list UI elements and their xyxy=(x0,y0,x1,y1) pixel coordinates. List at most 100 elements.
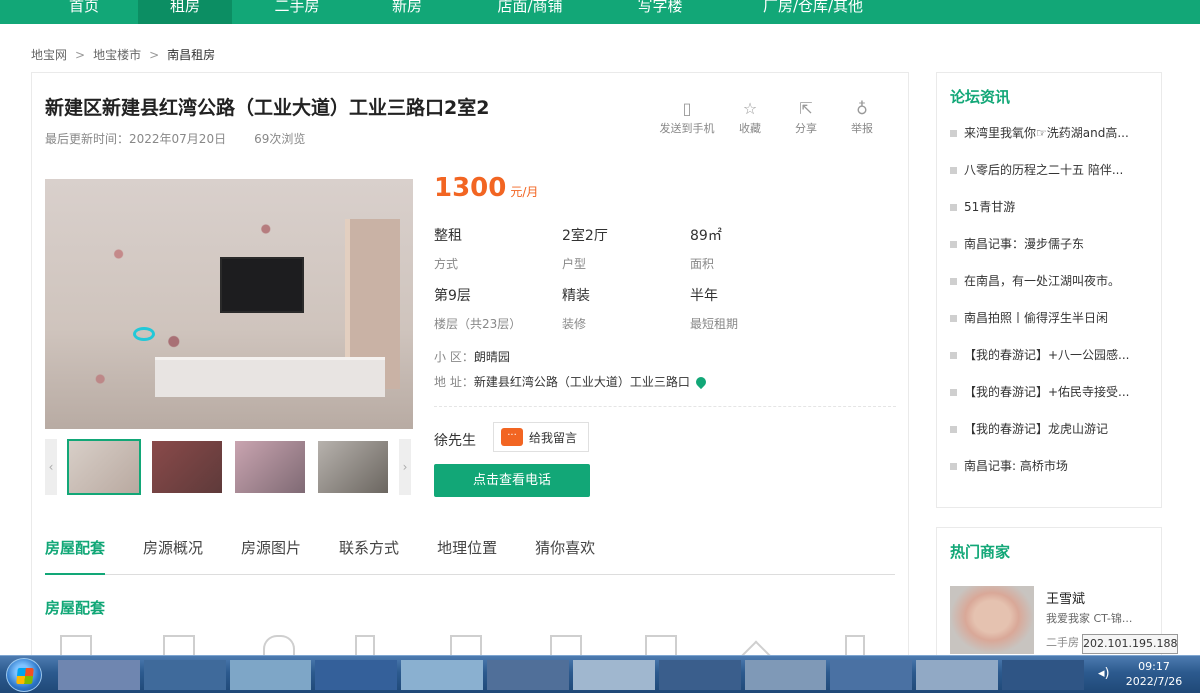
community-line: 小 区：朗晴园 xyxy=(434,348,510,365)
address-line: 地 址：新建县红湾公路（工业大道）工业三路口 xyxy=(434,373,708,390)
leave-message-button[interactable]: ··· 给我留言 xyxy=(493,422,589,452)
nav-item-secondhand[interactable]: 二手房 xyxy=(250,0,344,24)
ip-tooltip: 202.101.195.188 xyxy=(1082,634,1178,654)
tab-amenities[interactable]: 房屋配套 xyxy=(45,537,106,575)
bullet-icon xyxy=(950,352,957,359)
star-icon: ☆ xyxy=(742,99,758,118)
nav-item-office[interactable]: 写字楼 xyxy=(610,0,710,24)
forum-title: 论坛资讯 xyxy=(950,88,1011,106)
thumbnail-1[interactable] xyxy=(67,439,141,495)
spec-value: 2室2厅 xyxy=(562,228,608,244)
forum-item[interactable]: 八零后的历程之二十五 陪伴... xyxy=(950,152,1148,189)
forum-item[interactable]: 南昌记事: 高桥市场 xyxy=(950,448,1148,485)
address-value: 新建县红湾公路（工业大道）工业三路口 xyxy=(473,375,690,389)
system-clock[interactable]: 09:17 2022/7/26 xyxy=(1120,659,1188,689)
main-photo[interactable] xyxy=(45,179,413,429)
taskbar-apps xyxy=(58,660,1088,690)
breadcrumb-item-current[interactable]: 南昌租房 xyxy=(167,46,215,63)
nav-item-new[interactable]: 新房 xyxy=(360,0,454,24)
forum-item[interactable]: 南昌记事：漫步儒子东 xyxy=(950,226,1148,263)
tab-photos[interactable]: 房源图片 xyxy=(241,537,301,574)
spec-label: 户型 xyxy=(562,257,587,271)
listing-actions: ▯ 发送到手机 ☆ 收藏 ⇱ 分享 ♁ 举报 xyxy=(652,98,890,136)
taskbar-app[interactable] xyxy=(143,660,226,690)
taskbar-app[interactable] xyxy=(229,660,312,690)
forum-item[interactable]: 【我的春游记】龙虎山游记 xyxy=(950,411,1148,448)
nav-item-home[interactable]: 首页 xyxy=(38,0,130,24)
merchant-type: 二手房 xyxy=(1046,636,1079,649)
map-pin-icon[interactable] xyxy=(693,374,708,390)
nav-item-shops[interactable]: 店面/商铺 xyxy=(470,0,590,24)
spec-decoration: 精装 装修 xyxy=(562,285,590,332)
favorite-button[interactable]: ☆ 收藏 xyxy=(722,98,778,136)
spec-rent-type: 整租 方式 xyxy=(434,225,462,272)
thumb-prev-icon[interactable]: ‹ xyxy=(45,439,57,495)
thumbnail-2[interactable] xyxy=(150,439,224,495)
merchant-name[interactable]: 王雪斌 xyxy=(1046,588,1085,607)
thumbnail-4[interactable] xyxy=(316,439,390,495)
bullet-icon xyxy=(950,426,957,433)
photo-cabinet xyxy=(155,357,385,397)
nav-item-rent[interactable]: 租房 xyxy=(138,0,232,24)
divider xyxy=(434,406,896,407)
tab-recommend[interactable]: 猜你喜欢 xyxy=(535,537,595,574)
spec-label: 方式 xyxy=(434,257,459,271)
view-phone-button[interactable]: 点击查看电话 xyxy=(434,464,590,497)
taskbar-app[interactable] xyxy=(1002,660,1084,690)
bullet-icon xyxy=(950,167,957,174)
taskbar-app[interactable] xyxy=(315,660,398,690)
bullet-icon xyxy=(950,389,957,396)
forum-card: 论坛资讯 来湾里我氧你☞洗药湖and高... 八零后的历程之二十五 陪伴... … xyxy=(936,72,1162,508)
leave-message-label: 给我留言 xyxy=(529,430,578,445)
thumb-next-icon[interactable]: › xyxy=(399,439,411,495)
nav-item-other[interactable]: 厂房/仓库/其他 xyxy=(738,0,888,24)
forum-item[interactable]: 51青甘游 xyxy=(950,189,1148,226)
start-button[interactable] xyxy=(6,658,42,692)
taskbar-app[interactable] xyxy=(830,660,913,690)
merchant-title: 热门商家 xyxy=(950,543,1011,561)
bullet-icon xyxy=(950,130,957,137)
community-value[interactable]: 朗晴园 xyxy=(474,350,510,364)
chat-bubble-icon: ··· xyxy=(501,428,523,446)
forum-item[interactable]: 来湾里我氧你☞洗药湖and高... xyxy=(950,115,1148,152)
taskbar-app[interactable] xyxy=(916,660,999,690)
volume-icon[interactable]: ◂) xyxy=(1098,666,1110,681)
spec-floor: 第9层 楼层（共23层） xyxy=(434,285,521,332)
spec-label: 装修 xyxy=(562,317,587,331)
thumbnail-3[interactable] xyxy=(233,439,307,495)
spec-layout: 2室2厅 户型 xyxy=(562,225,608,272)
taskbar-app[interactable] xyxy=(487,660,569,690)
taskbar-app[interactable] xyxy=(572,660,655,690)
breadcrumb-separator: > xyxy=(75,47,86,62)
taskbar-app[interactable] xyxy=(58,660,140,690)
report-label: 举报 xyxy=(851,122,873,135)
phone-icon: ▯ xyxy=(682,99,692,118)
alarm-icon: ♁ xyxy=(856,99,868,118)
bullet-icon xyxy=(950,278,957,285)
updated-time: 最后更新时间：2022年07月20日 xyxy=(45,132,227,146)
spec-value: 89㎡ xyxy=(690,228,722,244)
report-button[interactable]: ♁ 举报 xyxy=(834,98,890,136)
spec-label: 楼层（共23层） xyxy=(434,317,522,331)
forum-item[interactable]: 【我的春游记】+八一公园感... xyxy=(950,337,1148,374)
breadcrumb: 地宝网 > 地宝楼市 > 南昌租房 xyxy=(31,46,215,63)
merchant-desc: 我爱我家 CT-锦... xyxy=(1046,612,1133,625)
price-value: 1300 xyxy=(434,173,507,203)
send-to-phone-button[interactable]: ▯ 发送到手机 xyxy=(652,98,722,136)
tab-overview[interactable]: 房源概况 xyxy=(143,537,203,574)
taskbar-app[interactable] xyxy=(401,660,484,690)
forum-item[interactable]: 南昌拍照丨偷得浮生半日闲 xyxy=(950,300,1148,337)
share-icon: ⇱ xyxy=(799,99,813,118)
section-title-amenities: 房屋配套 xyxy=(45,599,106,617)
breadcrumb-item-market[interactable]: 地宝楼市 xyxy=(93,46,141,63)
breadcrumb-item-home[interactable]: 地宝网 xyxy=(31,46,67,63)
vr-hotspot-icon[interactable] xyxy=(133,327,155,341)
taskbar-app[interactable] xyxy=(744,660,827,690)
forum-item[interactable]: 【我的春游记】+佑民寺接受... xyxy=(950,374,1148,411)
tab-location[interactable]: 地理位置 xyxy=(437,537,497,574)
share-button[interactable]: ⇱ 分享 xyxy=(778,98,834,136)
taskbar-app[interactable] xyxy=(658,660,741,690)
forum-item[interactable]: 在南昌，有一处江湖叫夜市。 xyxy=(950,263,1148,300)
tab-contact[interactable]: 联系方式 xyxy=(339,537,399,574)
merchant-avatar[interactable] xyxy=(950,586,1034,654)
